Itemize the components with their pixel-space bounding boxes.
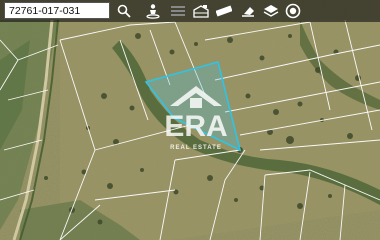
record-icon <box>285 3 301 19</box>
layers-button[interactable] <box>167 1 189 21</box>
search-button[interactable] <box>113 1 135 21</box>
measure-button[interactable] <box>213 1 235 21</box>
map-layers-icon <box>263 5 279 17</box>
building-icon <box>193 5 209 18</box>
ruler-icon <box>216 5 232 17</box>
person-pin-icon <box>146 4 160 19</box>
layers-icon <box>171 6 185 16</box>
satellite-map[interactable] <box>0 0 380 240</box>
erase-icon <box>242 7 254 17</box>
locate-person-button[interactable] <box>142 1 164 21</box>
erase-button[interactable] <box>237 1 259 21</box>
map-layers-button[interactable] <box>260 1 282 21</box>
record-button[interactable] <box>282 1 304 21</box>
search-icon <box>117 4 131 18</box>
parcel-search-input[interactable] <box>4 2 110 19</box>
building-button[interactable] <box>190 1 212 21</box>
map-toolbar <box>0 0 380 22</box>
